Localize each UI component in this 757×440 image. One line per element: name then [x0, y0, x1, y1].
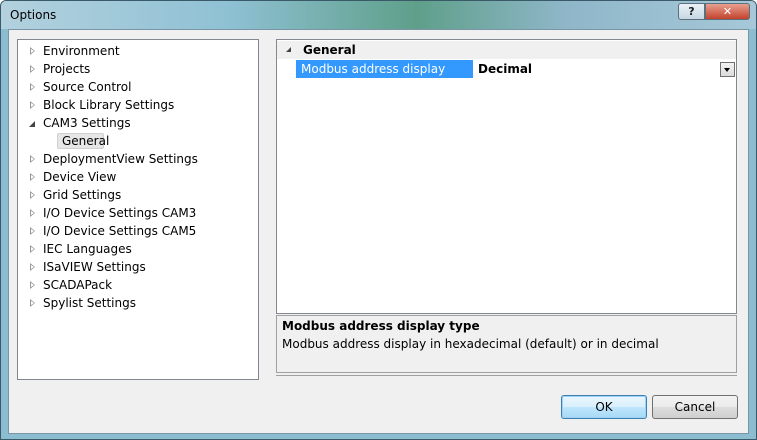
tree-item-label: Grid Settings	[43, 188, 122, 202]
collapse-arrow-icon[interactable]	[286, 47, 291, 52]
tree-item-label: Block Library Settings	[43, 98, 175, 112]
property-value-dropdown[interactable]: Decimal	[474, 60, 736, 78]
title-bar[interactable]: Options ? ✕	[1, 1, 756, 29]
tree-item-label: I/O Device Settings CAM5	[43, 224, 197, 238]
expand-arrow-icon[interactable]	[30, 209, 35, 217]
property-grid: General Modbus address display type Deci…	[276, 39, 737, 314]
expand-arrow-icon[interactable]	[30, 65, 35, 73]
close-button[interactable]: ✕	[705, 3, 750, 20]
expand-arrow-icon[interactable]	[30, 245, 35, 253]
expand-arrow-icon[interactable]	[30, 83, 35, 91]
ok-button[interactable]: OK	[561, 395, 647, 419]
expand-arrow-icon[interactable]	[30, 191, 35, 199]
expand-arrow-icon[interactable]	[30, 155, 35, 163]
tree-item-label: IEC Languages	[43, 242, 132, 256]
tree-item-label: DeploymentView Settings	[43, 152, 198, 166]
property-name[interactable]: Modbus address display type	[296, 60, 473, 94]
expand-arrow-icon[interactable]	[30, 263, 35, 271]
description-panel: Modbus address display type Modbus addre…	[276, 315, 737, 373]
category-row-general[interactable]: General	[277, 41, 736, 59]
tree-item-label: Environment	[43, 44, 120, 58]
description-text: Modbus address display in hexadecimal (d…	[282, 337, 659, 351]
tree-item-label: CAM3 Settings	[43, 116, 131, 130]
tree-item-label: Spylist Settings	[43, 296, 136, 310]
window-title: Options	[10, 8, 57, 22]
expand-arrow-icon[interactable]	[30, 299, 35, 307]
description-title: Modbus address display type	[282, 319, 480, 333]
collapse-arrow-icon[interactable]	[29, 121, 35, 127]
cancel-button[interactable]: Cancel	[652, 395, 738, 419]
expand-arrow-icon[interactable]	[30, 227, 35, 235]
help-button[interactable]: ?	[678, 3, 705, 20]
expand-arrow-icon[interactable]	[30, 173, 35, 181]
tree-item-label: Source Control	[43, 80, 132, 94]
settings-tree: Environment Projects Source Control Bloc…	[17, 39, 259, 380]
options-dialog: Options ? ✕ Environment Projects Source …	[0, 0, 757, 440]
dialog-client-area: Environment Projects Source Control Bloc…	[8, 29, 749, 434]
tree-item-label: General	[62, 134, 110, 148]
expand-arrow-icon[interactable]	[30, 281, 35, 289]
category-label: General	[303, 43, 356, 57]
property-row[interactable]: Modbus address display type Decimal	[296, 60, 736, 94]
dropdown-arrow-icon[interactable]	[720, 62, 735, 77]
tree-item-label: Projects	[43, 62, 91, 76]
tree-item-label: I/O Device Settings CAM3	[43, 206, 197, 220]
tree-item-label: Device View	[43, 170, 117, 184]
tree-item-label: ISaVIEW Settings	[43, 260, 146, 274]
expand-arrow-icon[interactable]	[30, 101, 35, 109]
expand-arrow-icon[interactable]	[30, 47, 35, 55]
tree-item-label: SCADAPack	[43, 278, 113, 292]
divider	[276, 375, 737, 376]
